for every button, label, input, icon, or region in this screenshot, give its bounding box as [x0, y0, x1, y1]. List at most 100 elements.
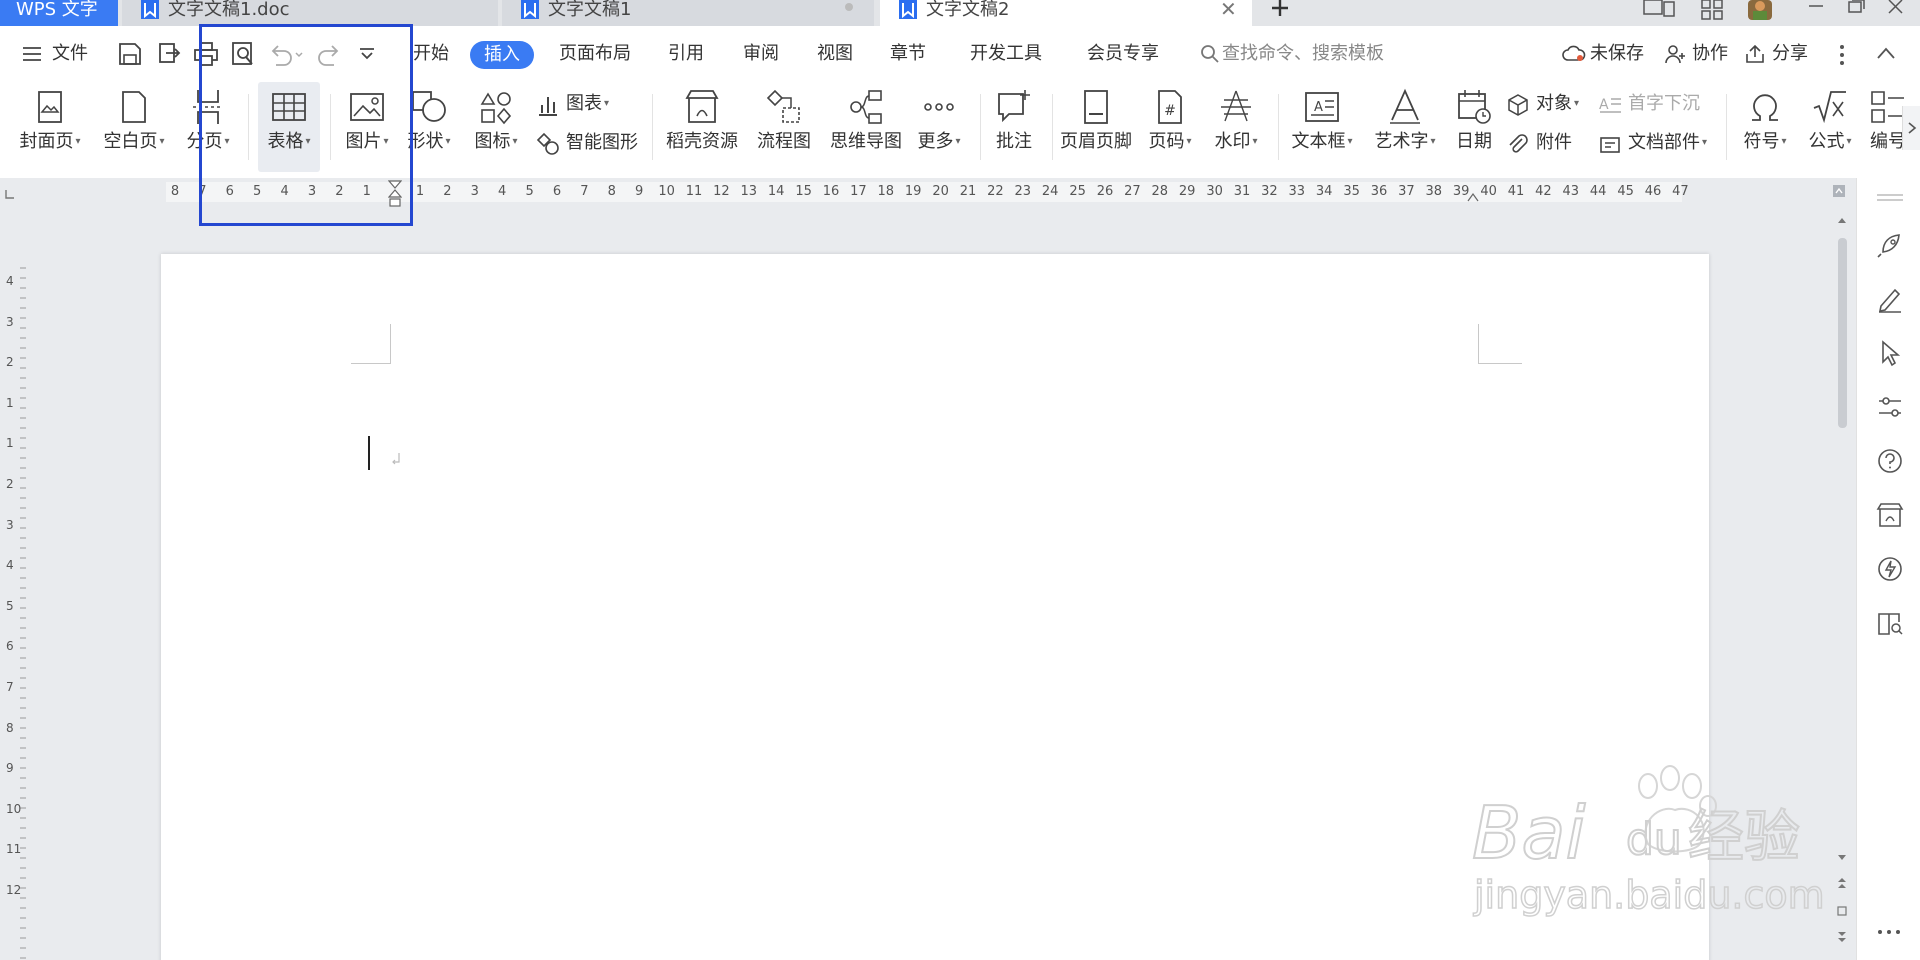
grid-apps-icon[interactable] [1700, 0, 1724, 20]
help-icon[interactable] [1875, 446, 1905, 476]
adjust-sliders-icon[interactable] [1875, 392, 1905, 422]
wordart-button[interactable]: 艺术字 ▾ [1368, 82, 1442, 172]
cloud-icon [1562, 45, 1586, 61]
right-indent-marker-icon[interactable] [1467, 192, 1479, 202]
doc-tab-1[interactable]: 文字文稿1.doc [122, 0, 566, 26]
ruler-number: 4 [280, 184, 289, 199]
ribbon-scroll-right[interactable] [1902, 106, 1920, 150]
new-tab-icon[interactable] [1270, 0, 1290, 20]
scroll-thumb[interactable] [1838, 238, 1847, 428]
pen-icon[interactable] [1875, 284, 1905, 314]
prev-page-icon[interactable] [1837, 876, 1847, 890]
ruler-number: 31 [1233, 184, 1251, 199]
comment-icon [998, 90, 1030, 123]
file-menu[interactable]: 文件 [22, 42, 88, 66]
indent-marker-icon[interactable] [388, 180, 402, 208]
ruler-number: 36 [1370, 184, 1388, 199]
export-pdf-icon[interactable] [156, 41, 182, 67]
docer-resources-label: 稻壳资源 [666, 131, 738, 152]
ruler-number: 6 [6, 639, 14, 654]
collapse-ribbon-icon[interactable] [1876, 46, 1896, 60]
object-cube-icon [1508, 94, 1528, 116]
textbox-label: 文本框 [1291, 131, 1346, 152]
picture-button[interactable]: 图片 ▾ [336, 82, 398, 172]
tab-insert[interactable]: 插入 [470, 41, 534, 69]
wordart-icon [1390, 88, 1420, 124]
horizontal-ruler[interactable]: 87654321 1 2 3 4 5 6 7 8 9 10 11 12 13 14 15 16 17 18 19 20… [0, 178, 1846, 208]
comment-button[interactable]: 批注 [986, 82, 1042, 172]
browse-object-icon[interactable] [1837, 906, 1847, 916]
sidebar-more-icon[interactable] [1877, 928, 1901, 936]
tab-stop-selector-icon[interactable] [4, 190, 14, 200]
scroll-down-icon[interactable] [1837, 854, 1847, 862]
document-canvas[interactable] [26, 208, 1846, 960]
tab-references[interactable]: 引用 [668, 42, 704, 66]
close-window-icon[interactable] [1886, 0, 1906, 20]
ruler-toggle-icon[interactable] [1832, 184, 1846, 198]
picture-label: 图片 [345, 131, 382, 152]
device-switch-icon[interactable] [1642, 0, 1678, 20]
numbering-button[interactable]: 编号 [1862, 82, 1904, 172]
mindmap-button[interactable]: 思维导图 [828, 82, 904, 172]
formula-button[interactable]: 公式 ▾ [1800, 82, 1860, 172]
table-button[interactable]: 表格 ▾ [258, 82, 320, 172]
next-page-icon[interactable] [1837, 930, 1847, 944]
tab-view[interactable]: 视图 [817, 42, 853, 66]
share-button[interactable]: 分享 [1744, 42, 1808, 66]
print-icon[interactable] [193, 41, 219, 67]
more-vertical-icon[interactable] [1838, 44, 1846, 66]
tab-page-layout[interactable]: 页面布局 [559, 42, 631, 66]
flowchart-button[interactable]: 流程图 [752, 82, 816, 172]
restore-icon[interactable] [1846, 0, 1866, 20]
rocket-icon[interactable] [1875, 230, 1905, 260]
app-tab[interactable]: WPS 文字 [0, 0, 118, 26]
user-avatar[interactable] [1748, 0, 1772, 20]
close-tab-icon[interactable]: ✕ [1220, 0, 1237, 19]
watermark-button[interactable]: 水印 ▾ [1206, 82, 1266, 172]
collaborate-button[interactable]: 协作 [1664, 42, 1728, 66]
tab-member[interactable]: 会员专享 [1087, 42, 1159, 66]
symbol-button[interactable]: 符号 ▾ [1734, 82, 1796, 172]
blank-page-button[interactable]: 空白页 ▾ [98, 82, 170, 172]
docer-resources-button[interactable]: 稻壳资源 [664, 82, 740, 172]
page-number-button[interactable]: # 页码 ▾ [1140, 82, 1200, 172]
vertical-ruler[interactable]: 4 3 2 1 1 2 3 4 5 6 7 8 9 10 11 12 [0, 208, 26, 960]
docer-store-icon[interactable] [1875, 500, 1905, 530]
textbox-button[interactable]: A 文本框 ▾ [1286, 82, 1358, 172]
unsaved-status[interactable]: 未保存 [1562, 42, 1644, 66]
vertical-scrollbar[interactable] [1834, 208, 1850, 960]
icons-button[interactable]: 图标 ▾ [466, 82, 526, 172]
doc-tab-3[interactable]: 文字文稿2 ✕ [880, 0, 1252, 26]
customize-toolbar-icon[interactable] [354, 41, 380, 67]
undo-icon[interactable] [268, 41, 304, 67]
ruler-number: 46 [1644, 184, 1662, 199]
page-break-button[interactable]: 分页 ▾ [180, 82, 236, 172]
minimize-icon[interactable] [1806, 0, 1826, 20]
cover-page-button[interactable]: 封面页 ▾ [14, 82, 86, 172]
task-pane-sidebar [1856, 178, 1920, 960]
redo-icon[interactable] [316, 41, 342, 67]
header-footer-button[interactable]: 页眉页脚 [1056, 82, 1136, 172]
tab-review[interactable]: 审阅 [743, 42, 779, 66]
more-button[interactable]: 更多 ▾ [910, 82, 968, 172]
command-search[interactable]: 查找命令、搜索模板 [1200, 42, 1384, 66]
tab-sections[interactable]: 章节 [890, 42, 926, 66]
ruler-number: 22 [987, 184, 1004, 199]
sidebar-collapse-icon[interactable] [1875, 192, 1905, 204]
more-label: 更多 [917, 131, 954, 152]
document-page[interactable] [161, 254, 1709, 960]
tab-home[interactable]: 开始 [413, 42, 449, 66]
tab-developer[interactable]: 开发工具 [970, 42, 1042, 66]
book-search-icon[interactable] [1875, 608, 1905, 638]
ruler-number: 8 [170, 184, 180, 199]
scroll-up-icon[interactable] [1837, 216, 1847, 224]
doc-tab-2[interactable]: 文字文稿1 [502, 0, 874, 26]
ruler-number: 35 [1343, 184, 1360, 199]
save-icon[interactable] [117, 41, 143, 67]
pointer-select-icon[interactable] [1875, 338, 1905, 368]
date-button[interactable]: 日期 [1448, 82, 1500, 172]
omega-symbol-icon [1752, 94, 1778, 121]
lightning-icon[interactable] [1875, 554, 1905, 584]
shape-button[interactable]: 形状 ▾ [402, 82, 456, 172]
print-preview-icon[interactable] [230, 41, 256, 67]
